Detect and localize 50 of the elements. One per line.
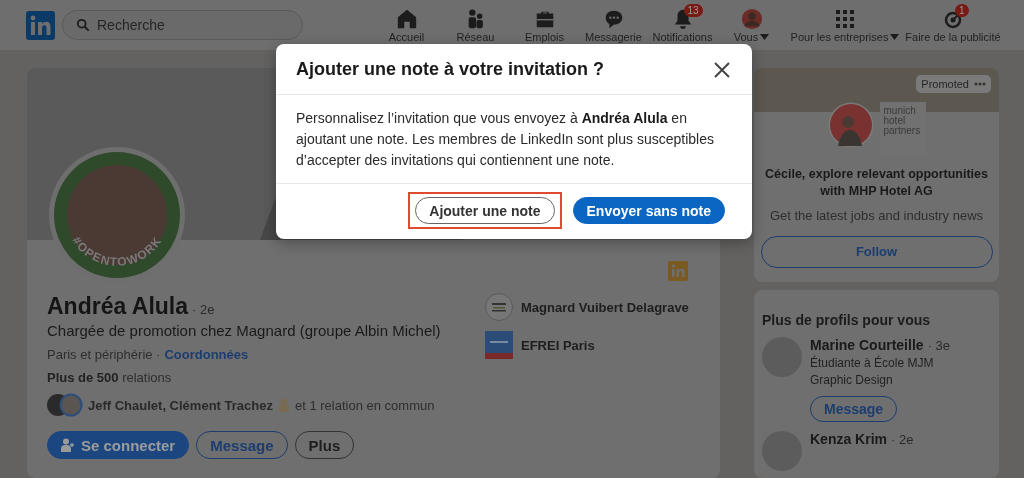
notification-badge: 13	[683, 4, 703, 17]
connection-degree: · 2e	[891, 431, 914, 447]
dialog-button[interactable]: Envoyer sans note	[572, 197, 725, 224]
nav-item[interactable]: Pour les entreprises	[786, 7, 904, 43]
connection-degree: · 2e	[192, 302, 215, 317]
avatar-icon	[740, 8, 763, 30]
more-icon	[974, 82, 986, 86]
ad-subtitle: Get the latest jobs and industry news	[769, 207, 984, 223]
person-name[interactable]: Marine Courteille	[810, 337, 924, 353]
nav-item[interactable]: 1 Faire de la publicité	[904, 7, 1002, 43]
promoted-badge[interactable]: Promoted	[916, 75, 991, 93]
dialog-title: Ajouter une note à votre invitation ?	[296, 59, 605, 80]
search-field[interactable]: Recherche	[62, 10, 303, 40]
profile-name: Andréa Alula	[47, 293, 188, 320]
nav-item[interactable]: Réseau	[441, 7, 510, 43]
organization-logo-icon	[485, 331, 513, 359]
ad-title: Cécile, explore relevant opportunities with MHP Hotel AG	[764, 166, 989, 200]
person-photo-placeholder	[827, 102, 874, 148]
caret-icon	[890, 34, 900, 40]
organization-name[interactable]: Magnard Vuibert Delagrave	[521, 299, 689, 315]
figure-icon	[277, 398, 290, 412]
mutual-connection-text: et 1 relation en commun	[294, 397, 435, 413]
location-text: Paris et périphérie ·	[47, 347, 161, 362]
linkedin-icon[interactable]	[668, 261, 688, 281]
connection-degree: · 3e	[927, 338, 950, 353]
grid-icon	[835, 9, 855, 29]
nav-item[interactable]: Accueil	[372, 7, 441, 43]
close-button[interactable]	[712, 59, 732, 80]
contact-info-link[interactable]: Coordonnées	[164, 347, 249, 362]
person-headline: Étudiante à École MJM Graphic Design	[810, 355, 935, 390]
home-icon	[395, 8, 418, 30]
dialog-button[interactable]: Ajouter une note	[415, 197, 555, 224]
mutual-avatars-icon	[47, 393, 83, 417]
notification-badge: 1	[955, 4, 969, 17]
profile-action-button[interactable]: Se connecter	[47, 431, 190, 459]
add-person-icon	[61, 438, 75, 452]
close-icon	[714, 61, 730, 78]
organization-logo-icon	[485, 293, 513, 321]
logo-icon[interactable]	[26, 10, 55, 40]
dialog-message: Personnalisez l’invitation que vous envoyez à Andréa Alula en ajoutant une note. Les membres de LinkedIn sont plus susceptibles d’accepter des invitations qui contiennent une note.	[276, 95, 752, 184]
person-name[interactable]: Kenza Krim	[810, 430, 888, 447]
nav-item[interactable]: Vous	[717, 7, 786, 43]
organization-name[interactable]: EFREI Paris	[521, 337, 595, 353]
connections-count: Plus de 500 relations	[47, 370, 173, 385]
section-title: Plus de profils pour vous	[762, 312, 932, 328]
nav-item[interactable]: Messagerie	[579, 7, 648, 43]
nav-item[interactable]: Emplois	[510, 7, 579, 43]
profile-headline: Chargée de promotion chez Magnard (groupe Albin Michel)	[47, 322, 442, 339]
mutual-connection-names[interactable]: Jeff Chaulet, Clément Trachez	[88, 397, 273, 413]
nav-item[interactable]: 13 Notifications	[648, 7, 717, 43]
